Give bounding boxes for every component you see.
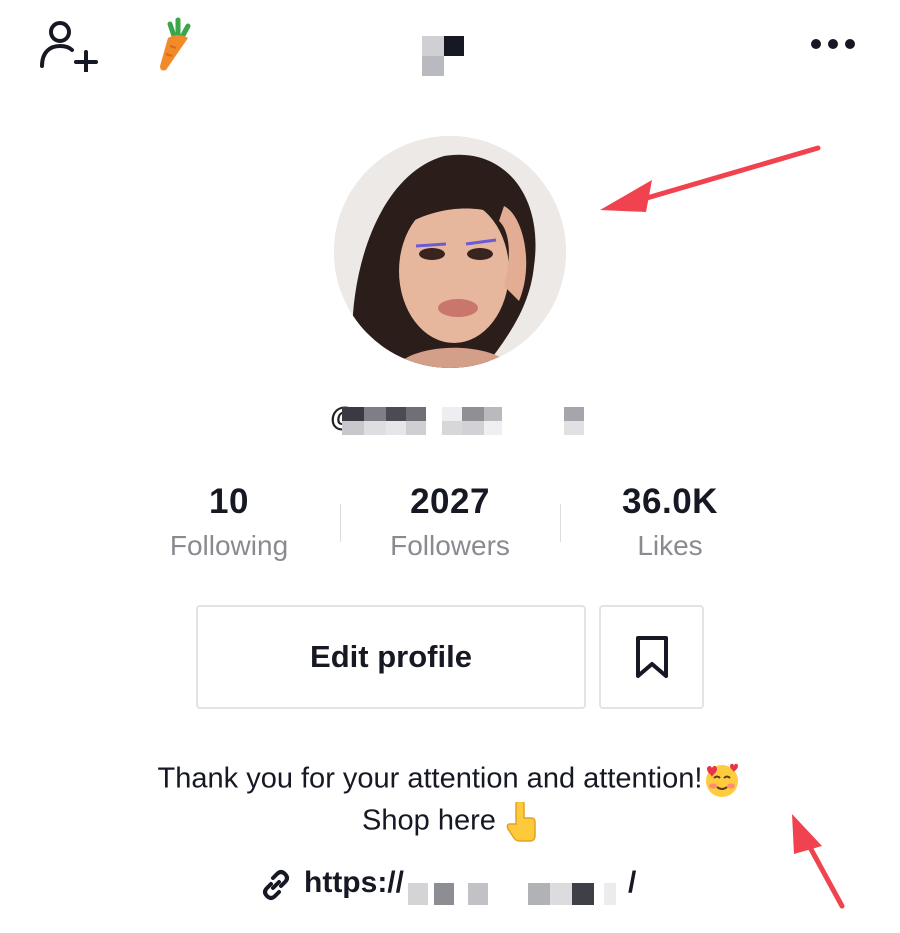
bio-link[interactable]: https:// / bbox=[258, 865, 658, 905]
more-options-icon[interactable] bbox=[806, 30, 860, 58]
followers-count: 2027 bbox=[410, 482, 490, 521]
add-user-icon[interactable] bbox=[38, 18, 98, 74]
profile-avatar[interactable] bbox=[334, 136, 566, 368]
link-redacted-blocks bbox=[408, 883, 616, 905]
following-label: Following bbox=[169, 530, 289, 561]
username-title-redacted bbox=[422, 36, 466, 78]
following-count: 10 bbox=[209, 482, 249, 521]
stat-followers[interactable]: 2027 Followers bbox=[360, 480, 540, 566]
link-suffix: / bbox=[628, 866, 637, 899]
bio-text-2: Shop here bbox=[362, 804, 496, 837]
bio-line-2: Shop here bbox=[0, 802, 900, 842]
favorites-button[interactable] bbox=[599, 605, 704, 709]
bio-text-1: Thank you for your attention and attenti… bbox=[157, 762, 703, 795]
pointing-down-icon bbox=[506, 802, 536, 842]
stat-following[interactable]: 10 Following bbox=[139, 480, 319, 566]
stat-likes[interactable]: 36.0K Likes bbox=[580, 480, 760, 566]
annotation-arrow-avatar bbox=[600, 145, 821, 212]
edit-profile-button[interactable]: Edit profile bbox=[196, 605, 586, 709]
likes-count: 36.0K bbox=[622, 482, 718, 521]
carrot-icon[interactable] bbox=[152, 16, 200, 74]
smiling-face-with-hearts-icon bbox=[706, 763, 739, 797]
likes-label: Likes bbox=[637, 530, 703, 561]
followers-label: Followers bbox=[390, 530, 510, 561]
stat-divider bbox=[560, 504, 561, 542]
username-handle: @ bbox=[330, 401, 600, 435]
bookmark-icon bbox=[635, 636, 668, 678]
stat-divider bbox=[340, 504, 341, 542]
link-prefix: https:// bbox=[304, 866, 404, 899]
bio-line-1: Thank you for your attention and attenti… bbox=[0, 760, 900, 800]
username-redacted-blocks bbox=[342, 407, 584, 435]
link-icon bbox=[263, 870, 289, 900]
